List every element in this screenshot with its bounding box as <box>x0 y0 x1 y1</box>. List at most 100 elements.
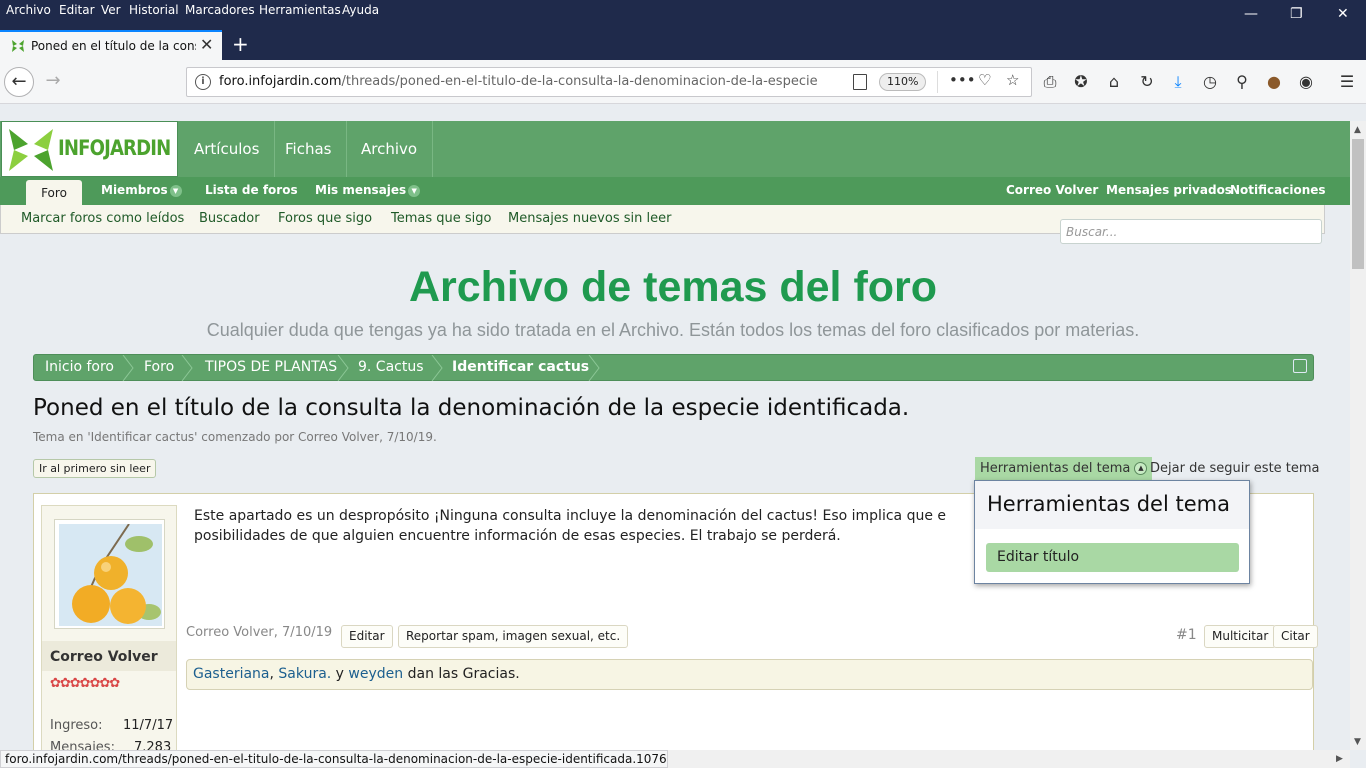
quote-button[interactable]: Citar <box>1273 625 1318 648</box>
page-actions-icon[interactable]: ••• <box>949 71 976 89</box>
restore-icon[interactable]: ❐ <box>1290 6 1303 22</box>
nav-lista-de-foros[interactable]: Lista de foros <box>205 183 298 197</box>
menu-editar[interactable]: Editar <box>59 3 95 17</box>
scroll-thumb[interactable] <box>1352 139 1364 269</box>
rank-flowers-icon: ✿✿✿✿✿✿✿ <box>50 676 120 691</box>
like-user-link[interactable]: Gasteriana <box>193 666 270 682</box>
breadcrumb: Inicio foro Foro TIPOS DE PLANTAS 9. Cac… <box>33 354 1314 381</box>
forward-button[interactable]: → <box>38 67 68 97</box>
report-button[interactable]: Reportar spam, imagen sexual, etc. <box>398 625 629 648</box>
avatar[interactable] <box>54 519 165 629</box>
bookmark-star-icon[interactable]: ☆ <box>1006 71 1019 89</box>
menu-herramientas[interactable]: Herramientas <box>259 3 341 17</box>
breadcrumb-tipos-de-plantas[interactable]: TIPOS DE PLANTAS <box>205 359 337 375</box>
username-bar: Correo Volver <box>42 641 176 671</box>
nav-archivo[interactable]: Archivo <box>346 121 434 177</box>
breadcrumb-separator-icon <box>588 355 600 381</box>
tab-strip: Poned en el título de la consulta la den… <box>0 30 1366 60</box>
page-content: INFOJARDIN Artículos Fichas Archivo Foro… <box>0 121 1350 750</box>
menu-ayuda[interactable]: Ayuda <box>342 3 379 17</box>
bookmarks-icon[interactable]: ✪ <box>1071 72 1091 91</box>
menu-historial[interactable]: Historial <box>129 3 179 17</box>
search-input[interactable]: Buscar... <box>1060 219 1322 244</box>
vertical-scrollbar[interactable]: ▲ ▼ <box>1350 121 1366 750</box>
account-icon[interactable]: ◉ <box>1296 72 1316 91</box>
menu-marcadores[interactable]: Marcadores <box>185 3 255 17</box>
thread-meta: Tema en 'Identificar cactus' comenzado p… <box>33 430 437 444</box>
unfollow-link[interactable]: Dejar de seguir este tema <box>1150 461 1320 476</box>
avatar-image <box>59 524 162 626</box>
menu-archivo[interactable]: Archivo <box>6 3 51 17</box>
jump-menu-icon[interactable] <box>1293 359 1307 373</box>
download-icon[interactable]: ⤓ <box>1168 72 1188 92</box>
like-user-link[interactable]: weyden <box>348 666 403 682</box>
site-info-icon[interactable]: i <box>195 74 211 90</box>
edit-button[interactable]: Editar <box>341 625 393 648</box>
post-number[interactable]: #1 <box>1176 627 1197 643</box>
url-separator <box>937 71 938 93</box>
breadcrumb-identificar-cactus[interactable]: Identificar cactus <box>452 359 589 375</box>
reload-icon[interactable]: ↻ <box>1137 72 1157 91</box>
tab-close-icon[interactable]: ✕ <box>200 35 213 54</box>
link-marcar-foros[interactable]: Marcar foros como leídos <box>21 211 184 226</box>
link-foros-que-sigo[interactable]: Foros que sigo <box>278 211 372 226</box>
likes-summary: Gasteriana, Sakura. y weyden dan las Gra… <box>186 659 1313 690</box>
url-text[interactable]: foro.infojardin.com/threads/poned-en-el-… <box>219 74 817 89</box>
scroll-down-icon[interactable]: ▼ <box>1354 737 1361 747</box>
infojardin-favicon-icon <box>12 40 24 52</box>
status-bar-url: foro.infojardin.com/threads/poned-en-el-… <box>0 750 668 768</box>
back-button[interactable]: ← <box>4 67 34 97</box>
nav-mis-mensajes[interactable]: Mis mensajes ▼ <box>315 183 421 197</box>
pocket-icon[interactable]: ♡ <box>978 71 991 89</box>
link-temas-que-sigo[interactable]: Temas que sigo <box>391 211 491 226</box>
messages-label: Mensajes: <box>50 740 115 750</box>
search-icon[interactable]: ⚲ <box>1232 72 1252 91</box>
new-tab-icon[interactable]: + <box>232 32 249 56</box>
thread-tools-popup: Herramientas del tema Editar título <box>974 480 1250 584</box>
like-user-link[interactable]: Sakura. <box>278 666 331 682</box>
nav-fichas[interactable]: Fichas <box>270 121 348 177</box>
link-buscador[interactable]: Buscador <box>199 211 260 226</box>
zoom-indicator[interactable]: 110% <box>879 73 927 91</box>
breadcrumb-inicio-foro[interactable]: Inicio foro <box>45 359 114 375</box>
archive-subtitle: Cualquier duda que tengas ya ha sido tra… <box>206 320 1140 340</box>
multiquote-button[interactable]: Multicitar <box>1204 625 1277 648</box>
thread-title: Poned en el título de la consulta la den… <box>33 395 910 421</box>
scroll-up-icon[interactable]: ▲ <box>1354 125 1361 135</box>
nav-miembros[interactable]: Miembros ▼ <box>101 183 182 197</box>
chevron-down-icon[interactable]: ▼ <box>408 185 421 197</box>
nav-articulos[interactable]: Artículos <box>179 121 276 177</box>
breadcrumb-foro[interactable]: Foro <box>144 359 174 375</box>
first-unread-button[interactable]: Ir al primero sin leer <box>33 459 157 478</box>
horizontal-scrollbar[interactable]: ▶ <box>668 750 1350 768</box>
nav-mensajes-privados[interactable]: Mensajes privados <box>1106 183 1232 197</box>
nav-user[interactable]: Correo Volver <box>1006 183 1098 197</box>
search-placeholder: Buscar... <box>1066 225 1118 239</box>
scroll-right-icon[interactable]: ▶ <box>1336 754 1343 764</box>
extension-icon[interactable]: ● <box>1264 72 1284 91</box>
join-label: Ingreso: <box>50 718 103 733</box>
breadcrumb-separator-icon <box>431 355 443 381</box>
breadcrumb-cactus[interactable]: 9. Cactus <box>358 359 424 375</box>
reader-view-icon[interactable] <box>853 74 867 90</box>
close-window-icon[interactable]: ✕ <box>1337 6 1349 22</box>
site-logo[interactable]: INFOJARDIN <box>1 121 178 177</box>
history-icon[interactable]: ◷ <box>1200 72 1220 91</box>
link-mensajes-nuevos[interactable]: Mensajes nuevos sin leer <box>508 211 671 226</box>
thread-tools-button[interactable]: Herramientas del tema ▲ <box>975 457 1153 481</box>
browser-tab[interactable]: Poned en el título de la consulta la den… <box>0 30 222 60</box>
post-meta[interactable]: Correo Volver, 7/10/19 <box>186 625 332 640</box>
tab-foro[interactable]: Foro <box>26 180 82 206</box>
edit-title-menu-item[interactable]: Editar título <box>986 543 1239 572</box>
menu-ver[interactable]: Ver <box>101 3 121 17</box>
url-bar[interactable]: i foro.infojardin.com/threads/poned-en-e… <box>186 67 1032 97</box>
chevron-down-icon[interactable]: ▼ <box>169 185 182 197</box>
thread-tools-label: Herramientas del tema <box>980 461 1131 476</box>
hamburger-menu-icon[interactable]: ☰ <box>1337 72 1357 91</box>
breadcrumb-separator-icon <box>337 355 349 381</box>
home-icon[interactable]: ⌂ <box>1104 72 1124 91</box>
minimize-icon[interactable]: — <box>1244 6 1258 22</box>
print-icon[interactable]: ⎙ <box>1040 72 1060 92</box>
username[interactable]: Correo Volver <box>50 649 158 665</box>
nav-notificaciones[interactable]: Notificaciones <box>1230 183 1326 197</box>
